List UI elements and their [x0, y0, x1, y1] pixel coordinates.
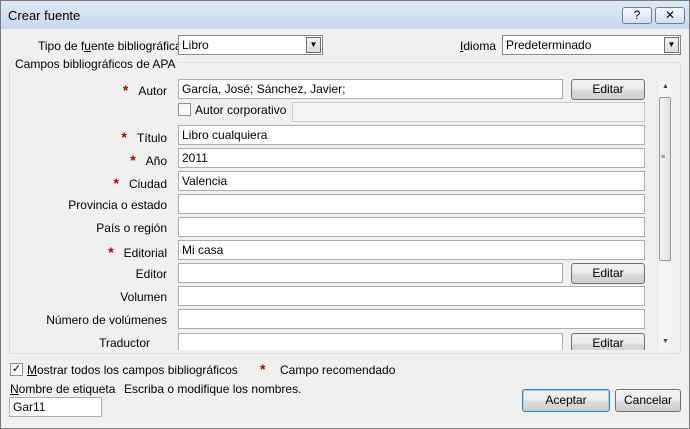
volume-label: Volumen — [120, 290, 167, 304]
title-field[interactable]: Libro cualquiera — [178, 125, 645, 145]
create-source-dialog: Crear fuente ? ✕ Tipo de fuente bibliogr… — [0, 0, 690, 429]
tag-name-field[interactable]: Gar11 — [9, 397, 102, 417]
grip-icon: ≡ — [661, 154, 666, 161]
chevron-down-icon: ▼ — [306, 37, 321, 53]
num-volumes-label: Número de volúmenes — [46, 313, 167, 327]
fields-scrollbar[interactable]: ▲ ≡ ▼ — [657, 81, 673, 350]
edit-translator-button[interactable]: Editar — [571, 333, 645, 350]
language-select[interactable]: Predeterminado ▼ — [502, 35, 681, 55]
city-label: * Ciudad — [113, 175, 167, 191]
help-button[interactable]: ? — [622, 7, 652, 24]
country-field[interactable] — [178, 217, 645, 237]
scroll-down-icon[interactable]: ▼ — [658, 338, 673, 345]
required-marker: * — [122, 82, 129, 98]
corporate-author-label: Autor corporativo — [195, 103, 287, 117]
author-label: * Autor — [122, 82, 167, 98]
ok-button[interactable]: Aceptar — [522, 389, 610, 412]
language-label: Idioma — [460, 39, 497, 53]
state-label: Provincia o estado — [68, 198, 167, 212]
title-label: * Título — [121, 129, 167, 145]
city-field[interactable]: Valencia — [178, 171, 645, 191]
corporate-author-field[interactable] — [292, 102, 645, 122]
recommended-label: Campo recomendado — [280, 363, 396, 377]
translator-row-clip: Traductor Editar — [11, 332, 651, 350]
source-type-select[interactable]: Libro ▼ — [178, 35, 323, 55]
editor-field[interactable] — [178, 263, 563, 283]
show-all-label: Mostrar todos los campos bibliográficos — [27, 363, 238, 377]
publisher-field[interactable]: Mi casa — [178, 240, 645, 260]
state-field[interactable] — [178, 194, 645, 214]
tag-name-label: Nombre de etiqueta — [10, 382, 116, 396]
volume-field[interactable] — [178, 286, 645, 306]
year-label: * Año — [130, 152, 167, 168]
show-all-checkbox[interactable]: ✓ — [10, 363, 23, 376]
translator-label: Traductor — [99, 336, 150, 350]
source-type-label: Tipo de fuente bibliográfica — [38, 39, 182, 53]
checkmark-icon: ✓ — [11, 363, 22, 375]
country-label: País o región — [96, 221, 167, 235]
translator-field[interactable] — [178, 333, 563, 350]
editor-label: Editor — [135, 267, 167, 281]
chevron-down-icon: ▼ — [664, 37, 679, 53]
publisher-label: * Editorial — [108, 244, 167, 260]
recommended-marker: * — [260, 361, 266, 377]
year-field[interactable]: 2011 — [178, 148, 645, 168]
scroll-up-icon[interactable]: ▲ — [658, 83, 673, 90]
title-bar: Crear fuente ? ✕ — [1, 1, 689, 29]
close-icon: ✕ — [664, 8, 676, 22]
edit-editor-button[interactable]: Editar — [571, 263, 645, 284]
dialog-title: Crear fuente — [8, 8, 81, 23]
scroll-thumb[interactable] — [659, 97, 671, 261]
corporate-author-checkbox[interactable] — [178, 103, 191, 116]
author-field[interactable]: García, José; Sánchez, Javier; — [178, 79, 563, 99]
tag-hint: Escriba o modifique los nombres. — [124, 382, 302, 396]
apa-fields-title: Campos bibliográficos de APA — [13, 57, 178, 71]
num-volumes-field[interactable] — [178, 309, 645, 329]
cancel-button[interactable]: Cancelar — [615, 389, 681, 412]
close-button[interactable]: ✕ — [655, 7, 685, 24]
source-type-value: Libro — [182, 38, 209, 52]
language-value: Predeterminado — [506, 38, 592, 52]
edit-author-button[interactable]: Editar — [571, 79, 645, 100]
